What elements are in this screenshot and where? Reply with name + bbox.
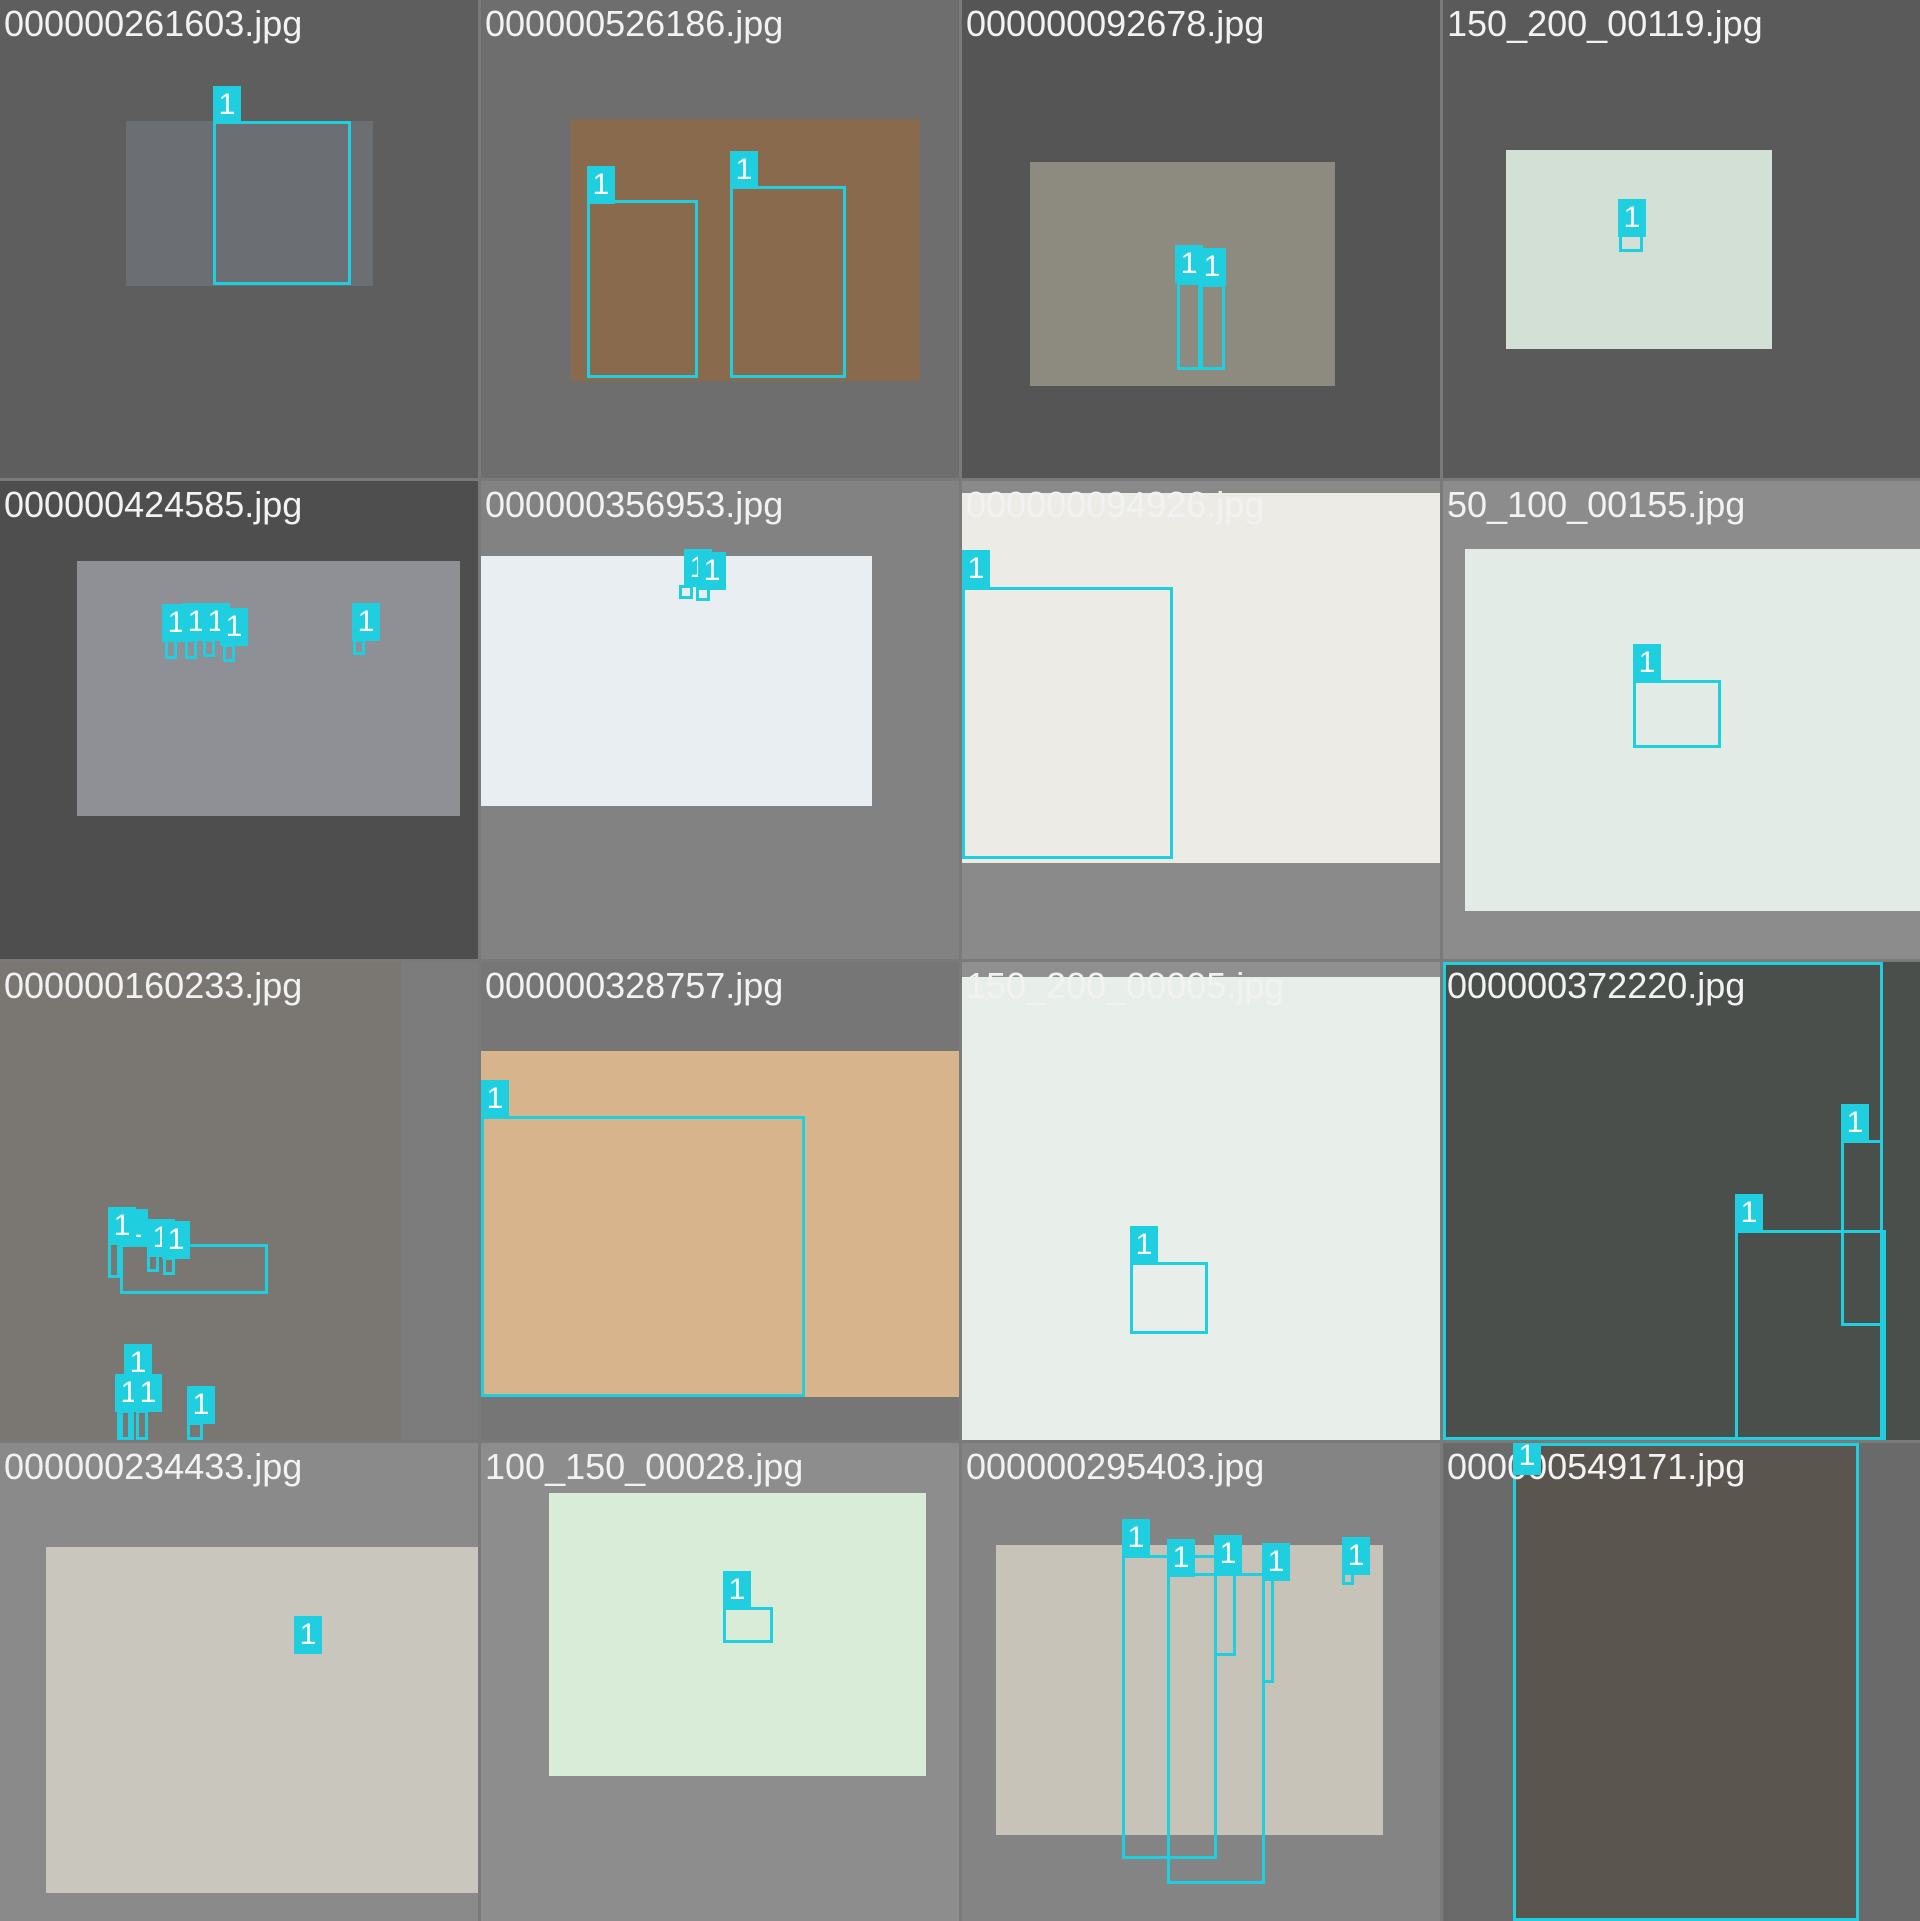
bounding-box: [353, 639, 365, 655]
bounding-box: [1633, 680, 1721, 748]
tile: 150_200_00005.jpg 1: [962, 962, 1440, 1440]
class-label: 1: [1443, 962, 1471, 964]
class-label: 1: [723, 1571, 751, 1609]
bounding-box: [730, 186, 846, 378]
class-label: 1: [1735, 1194, 1763, 1232]
filename-label: 000000549171.jpg: [1447, 1446, 1746, 1487]
tile: 000000261603.jpg 1: [0, 0, 478, 478]
photo-fill: [962, 977, 1440, 1440]
bounding-box: [117, 1410, 131, 1440]
class-label: 1: [1122, 1519, 1150, 1557]
bounding-box: [213, 121, 351, 285]
class-label: 1: [162, 1221, 190, 1259]
class-label: 1: [1841, 1104, 1869, 1142]
tile: 000000372220.jpg 1 1 1: [1443, 962, 1920, 1440]
bounding-box: [962, 587, 1173, 859]
class-label: 1: [187, 1386, 215, 1424]
bounding-box: [163, 1257, 175, 1275]
class-label: 1: [108, 1207, 136, 1245]
tile: 000000328757.jpg 1: [481, 962, 959, 1440]
tile: 100_150_00028.jpg 1: [481, 1443, 959, 1921]
bounding-box: [136, 1410, 148, 1440]
tile: 000000549171.jpg 1: [1443, 1443, 1920, 1921]
filename-label: 000000094926.jpg: [966, 484, 1265, 525]
tile: 000000526186.jpg 1 1: [481, 0, 959, 478]
filename-label: 000000295403.jpg: [966, 1446, 1265, 1487]
bounding-box: [165, 639, 177, 659]
tile: 000000094926.jpg 1: [962, 481, 1440, 959]
filename-label: 000000356953.jpg: [485, 484, 784, 525]
filename-label: 000000372220.jpg: [1447, 965, 1746, 1006]
filename-label: 000000424585.jpg: [4, 484, 303, 525]
bounding-box: [723, 1607, 773, 1643]
filename-label: 000000261603.jpg: [4, 3, 303, 44]
bounding-box: [587, 200, 698, 378]
bounding-box: [203, 639, 215, 657]
bounding-box: [1513, 1443, 1859, 1921]
photo-fill: [46, 1547, 478, 1893]
filename-label: 000000328757.jpg: [485, 965, 784, 1006]
class-label: 1: [213, 86, 241, 124]
class-label: 1: [1513, 1443, 1541, 1475]
class-label: 1: [1342, 1537, 1370, 1575]
tile: 000000092678.jpg 1 1: [962, 0, 1440, 478]
photo-fill: [481, 556, 872, 806]
class-label: 1: [1618, 199, 1646, 237]
filename-label: 150_200_00119.jpg: [1447, 3, 1763, 44]
filename-label: 100_150_00028.jpg: [485, 1446, 804, 1487]
class-label: 1: [698, 552, 726, 590]
class-label: 1: [481, 1080, 509, 1118]
bounding-box: [223, 644, 235, 662]
class-label: 1: [1633, 644, 1661, 682]
tile: 000000234433.jpg 1: [0, 1443, 478, 1921]
class-label: 1: [587, 166, 615, 204]
tile: 000000295403.jpg 1 1 1 1 1: [962, 1443, 1440, 1921]
photo-fill: [0, 962, 401, 1440]
bounding-box: [120, 1244, 268, 1294]
bounding-box: [1130, 1262, 1208, 1334]
photo: [46, 1547, 478, 1893]
photo-fill: [77, 561, 460, 816]
bounding-box: [1198, 284, 1225, 370]
bounding-box: [187, 1422, 203, 1440]
bounding-box: [108, 1242, 120, 1278]
tile: 000000356953.jpg 1 1: [481, 481, 959, 959]
class-label: 1: [1167, 1539, 1195, 1577]
filename-label: 50_100_00155.jpg: [1447, 484, 1746, 525]
mosaic-grid: 000000261603.jpg 1 000000526186.jpg 1 1 …: [0, 0, 1920, 1921]
bounding-box: [481, 1116, 805, 1397]
bounding-box: [679, 585, 693, 599]
filename-label: 000000234433.jpg: [4, 1446, 303, 1487]
tile: 000000160233.jpg 1 1 1 1 1 1 1 1: [0, 962, 478, 1440]
photo: [77, 561, 460, 816]
class-label: 1: [134, 1374, 162, 1412]
class-label: 1: [1262, 1543, 1290, 1581]
bounding-box: [185, 639, 197, 659]
bounding-box: [1262, 1577, 1274, 1683]
filename-label: 000000526186.jpg: [485, 3, 784, 44]
tile: 50_100_00155.jpg 1: [1443, 481, 1920, 959]
photo: [0, 962, 401, 1440]
tile: 150_200_00119.jpg 1: [1443, 0, 1920, 478]
bounding-box: [1214, 1571, 1236, 1656]
photo: [962, 977, 1440, 1440]
class-label: 1: [294, 1616, 322, 1654]
bounding-box: [1841, 1140, 1883, 1326]
tile: 000000424585.jpg 1 1 1 1 1: [0, 481, 478, 959]
class-label: 1: [1130, 1226, 1158, 1264]
class-label: 1: [1214, 1535, 1242, 1573]
class-label: 1: [962, 550, 990, 588]
class-label: 1: [352, 603, 380, 641]
filename-label: 000000092678.jpg: [966, 3, 1265, 44]
photo: [481, 556, 872, 806]
class-label: 1: [1198, 248, 1226, 286]
filename-label: 150_200_00005.jpg: [966, 965, 1285, 1006]
class-label: 1: [220, 608, 248, 646]
class-label: 1: [730, 151, 758, 189]
filename-label: 000000160233.jpg: [4, 965, 303, 1006]
